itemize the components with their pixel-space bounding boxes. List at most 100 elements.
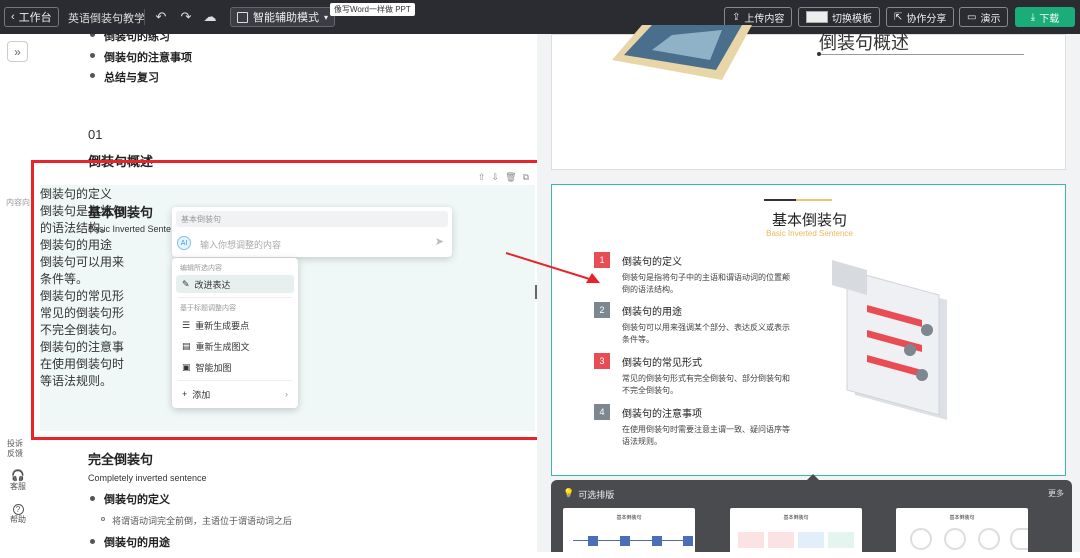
menu-group-label: 基于标题调整内容 bbox=[180, 305, 236, 312]
slide-preview[interactable]: 倒装句概述 bbox=[551, 25, 1066, 170]
annotation-arrow bbox=[505, 252, 600, 283]
item-desc: 常见的倒装句形式有完全倒装句、部分倒装句和不完全倒装句。 bbox=[622, 374, 790, 395]
layout-circle bbox=[944, 528, 966, 550]
layout-option[interactable]: 基本倒装句 bbox=[563, 508, 695, 558]
mode-tooltip: 像写Word一样做 PPT bbox=[330, 3, 415, 16]
section-subtitle[interactable]: Completely inverted sentence bbox=[88, 473, 207, 483]
item-desc: 在使用倒装句时需要注意主谓一致、疑问语序等语法规则。 bbox=[622, 425, 790, 446]
cloud-save-icon[interactable]: ☁ bbox=[202, 9, 218, 25]
point-desc[interactable]: 将谓语动词完全前倒，主语位于谓语动词之后 bbox=[112, 514, 292, 527]
bullet bbox=[90, 539, 95, 544]
caret-down-icon: ▾ bbox=[324, 12, 329, 22]
undo-icon[interactable]: ↶ bbox=[153, 9, 169, 25]
mode-label: 智能辅助模式 bbox=[253, 12, 319, 24]
regenerate-rich-item[interactable]: ▤ 重新生成图文 bbox=[176, 337, 294, 355]
upload-content-button[interactable]: ⇪ 上传内容 bbox=[724, 7, 793, 27]
help-button[interactable]: ? 帮助 bbox=[4, 504, 32, 525]
regenerate-points-item[interactable]: ☰ 重新生成要点 bbox=[176, 316, 294, 334]
more-layouts-link[interactable]: 更多 bbox=[1048, 488, 1064, 499]
layout-block bbox=[828, 532, 854, 548]
download-button[interactable]: ⤓ 下载 bbox=[1015, 7, 1075, 27]
toc-item[interactable]: 倒装句的注意事项 bbox=[90, 49, 192, 65]
improve-expression-item[interactable]: ✎ 改进表达 bbox=[176, 275, 294, 293]
title-deco-line-gold bbox=[796, 199, 832, 201]
headset-icon: 🎧 bbox=[11, 470, 25, 482]
toc-item[interactable]: 倒装句的练习 bbox=[90, 34, 170, 44]
layout-panel-title: 可选排版 bbox=[578, 490, 615, 500]
layout-circle bbox=[910, 528, 932, 550]
layout-icon-block bbox=[652, 536, 662, 546]
mode-icon bbox=[237, 11, 248, 23]
smart-image-item[interactable]: ▣ 智能加图 bbox=[176, 358, 294, 376]
item-number: 4 bbox=[594, 404, 610, 420]
document-name[interactable]: 英语倒装句教学 bbox=[68, 10, 145, 26]
layout-option[interactable]: 基本倒装句 bbox=[896, 508, 1028, 558]
customer-service-button[interactable]: 🎧 客服 bbox=[4, 470, 32, 492]
feedback-button[interactable]: 投诉反馈 bbox=[4, 439, 26, 459]
slide-illustration-image bbox=[832, 260, 947, 420]
chevron-right-icon: › bbox=[285, 389, 288, 399]
plus-icon: + bbox=[182, 389, 188, 399]
redo-icon[interactable]: ↷ bbox=[178, 9, 194, 25]
switch-template-button[interactable]: 切换模板 bbox=[798, 7, 880, 27]
layout-card-title: 基本倒装句 bbox=[783, 515, 809, 521]
item-desc: 倒装句是指将句子中的主语和谓语动词的位置颠倒的语法结构。 bbox=[622, 273, 790, 294]
menu-item-label: 重新生成图文 bbox=[195, 341, 250, 352]
pencil-icon: ✎ bbox=[182, 278, 190, 289]
back-label: 工作台 bbox=[18, 12, 52, 24]
back-to-workspace-button[interactable]: ‹ 工作台 bbox=[4, 7, 59, 27]
slide-preview-selected[interactable]: 基本倒装句 Basic Inverted Sentence 1 倒装句的定义 倒… bbox=[551, 184, 1066, 476]
layout-panel-header: 💡 可选排版 bbox=[563, 488, 614, 501]
layout-block bbox=[738, 532, 764, 548]
slide-preview-pane: 倒装句概述 基本倒装句 Basic Inverted Sentence 1 倒装… bbox=[537, 25, 1080, 558]
ai-action-menu: 编辑所选内容 ✎ 改进表达 基于标题调整内容 ☰ 重新生成要点 ▤ 重新生成图文… bbox=[172, 258, 298, 408]
slide-title: 基本倒装句 bbox=[771, 212, 847, 229]
menu-item-label: 改进表达 bbox=[194, 279, 231, 290]
switch-template-label: 切换模板 bbox=[832, 13, 872, 25]
bullet bbox=[90, 496, 95, 501]
share-label: 协作分享 bbox=[906, 13, 947, 25]
ai-assistant-icon: AI bbox=[177, 236, 191, 250]
item-number: 2 bbox=[594, 302, 610, 318]
item-title: 倒装句的用途 bbox=[622, 307, 682, 318]
menu-item-label: 添加 bbox=[192, 389, 211, 400]
share-icon: ⇱ bbox=[894, 11, 903, 23]
help-label: 帮助 bbox=[10, 515, 26, 524]
item-title: 倒装句的注意事项 bbox=[622, 409, 702, 420]
item-title: 倒装句的定义 bbox=[622, 257, 682, 268]
section-title[interactable]: 完全倒装句 bbox=[88, 449, 153, 468]
add-item[interactable]: + 添加 › bbox=[176, 385, 294, 403]
image-text-icon: ▤ bbox=[182, 340, 191, 351]
item-title: 倒装句的常见形式 bbox=[622, 358, 702, 369]
layout-option[interactable]: 基本倒装句 bbox=[730, 508, 862, 558]
share-button[interactable]: ⇱ 协作分享 bbox=[886, 7, 955, 27]
help-icon: ? bbox=[12, 504, 24, 515]
chapter-number[interactable]: 01 bbox=[88, 127, 102, 142]
mode-select[interactable]: 智能辅助模式 ▾ bbox=[230, 7, 336, 27]
download-label: 下载 bbox=[1039, 13, 1060, 25]
expand-sidebar-icon[interactable]: » bbox=[7, 41, 28, 62]
present-label: 演示 bbox=[980, 13, 1001, 25]
point-title[interactable]: 倒装句的定义 bbox=[104, 491, 170, 507]
point-title[interactable]: 倒装句的用途 bbox=[104, 534, 170, 550]
lightbulb-icon: 💡 bbox=[563, 488, 575, 498]
layout-card-title: 基本倒装句 bbox=[949, 515, 975, 521]
list-icon: ☰ bbox=[182, 319, 191, 330]
item-desc: 倒装句可以用来强调某个部分、表达反义或表示条件等。 bbox=[622, 323, 790, 344]
toc-item[interactable]: 总结与复习 bbox=[90, 69, 159, 85]
outline-label[interactable]: 内容向 bbox=[4, 198, 32, 208]
layout-block bbox=[768, 532, 794, 548]
upload-icon: ⇪ bbox=[732, 11, 741, 23]
present-button[interactable]: ▭ 演示 bbox=[959, 7, 1009, 27]
ai-edit-popup: 基本倒装句 AI 输入你想调整的内容 ➤ bbox=[172, 207, 452, 257]
item-number: 3 bbox=[594, 353, 610, 369]
upload-label: 上传内容 bbox=[744, 13, 785, 25]
send-icon[interactable]: ➤ bbox=[435, 235, 444, 248]
divider bbox=[178, 297, 292, 298]
template-thumbnail-icon bbox=[806, 11, 828, 23]
layout-circle bbox=[978, 528, 1000, 550]
layout-circle bbox=[1010, 528, 1028, 550]
chevron-left-icon: ‹ bbox=[11, 11, 15, 23]
ai-input[interactable]: 输入你想调整的内容 bbox=[200, 238, 281, 251]
present-icon: ▭ bbox=[967, 11, 977, 23]
